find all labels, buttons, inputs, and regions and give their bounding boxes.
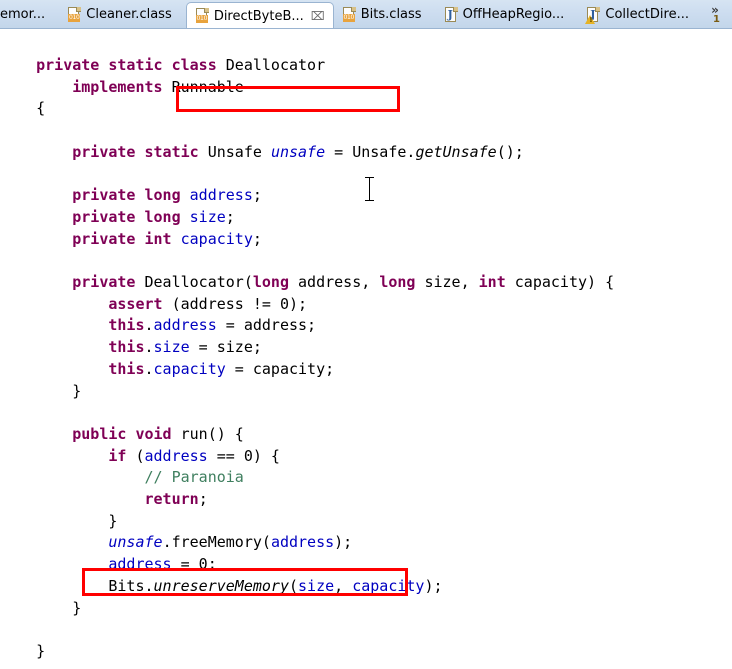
chevron-double-right-icon: » (711, 2, 719, 17)
close-icon[interactable]: ⌧ (311, 9, 325, 23)
tab-directbyteb-class[interactable]: 010 DirectByteB... ⌧ (185, 2, 334, 28)
class-file-icon: 010 (342, 6, 356, 23)
java-file-icon: J (444, 6, 458, 23)
tab-bits-class[interactable]: 010 Bits.class (334, 0, 431, 28)
tab-label: Cleaner.class (86, 7, 172, 22)
class-file-icon: 010 (195, 8, 209, 24)
editor-tab-bar[interactable]: emor... 010 Cleaner.class 010 DirectByte… (0, 0, 732, 29)
tab-collectdire-java[interactable]: J ! CollectDire... (578, 0, 698, 28)
hidden-tab-count: 1 (713, 13, 720, 25)
tab-overflow-chevron[interactable]: » 1 (698, 0, 732, 28)
code-editor-pane[interactable]: private static class Deallocator impleme… (0, 29, 732, 669)
tab-cleaner-class[interactable]: 010 Cleaner.class (59, 0, 180, 28)
tab-offheapregion-java[interactable]: J OffHeapRegio... (436, 0, 574, 28)
java-file-warning-icon: J ! (585, 6, 601, 24)
source-code[interactable]: private static class Deallocator impleme… (0, 29, 614, 663)
tab-label: emor... (0, 7, 46, 22)
tab-label: CollectDire... (605, 7, 689, 22)
tab-emor[interactable]: emor... (0, 0, 54, 28)
tab-label: DirectByteB... (213, 8, 304, 24)
tab-label: Bits.class (360, 7, 422, 22)
class-file-icon: 010 (67, 6, 82, 23)
tab-label: OffHeapRegio... (462, 7, 565, 22)
